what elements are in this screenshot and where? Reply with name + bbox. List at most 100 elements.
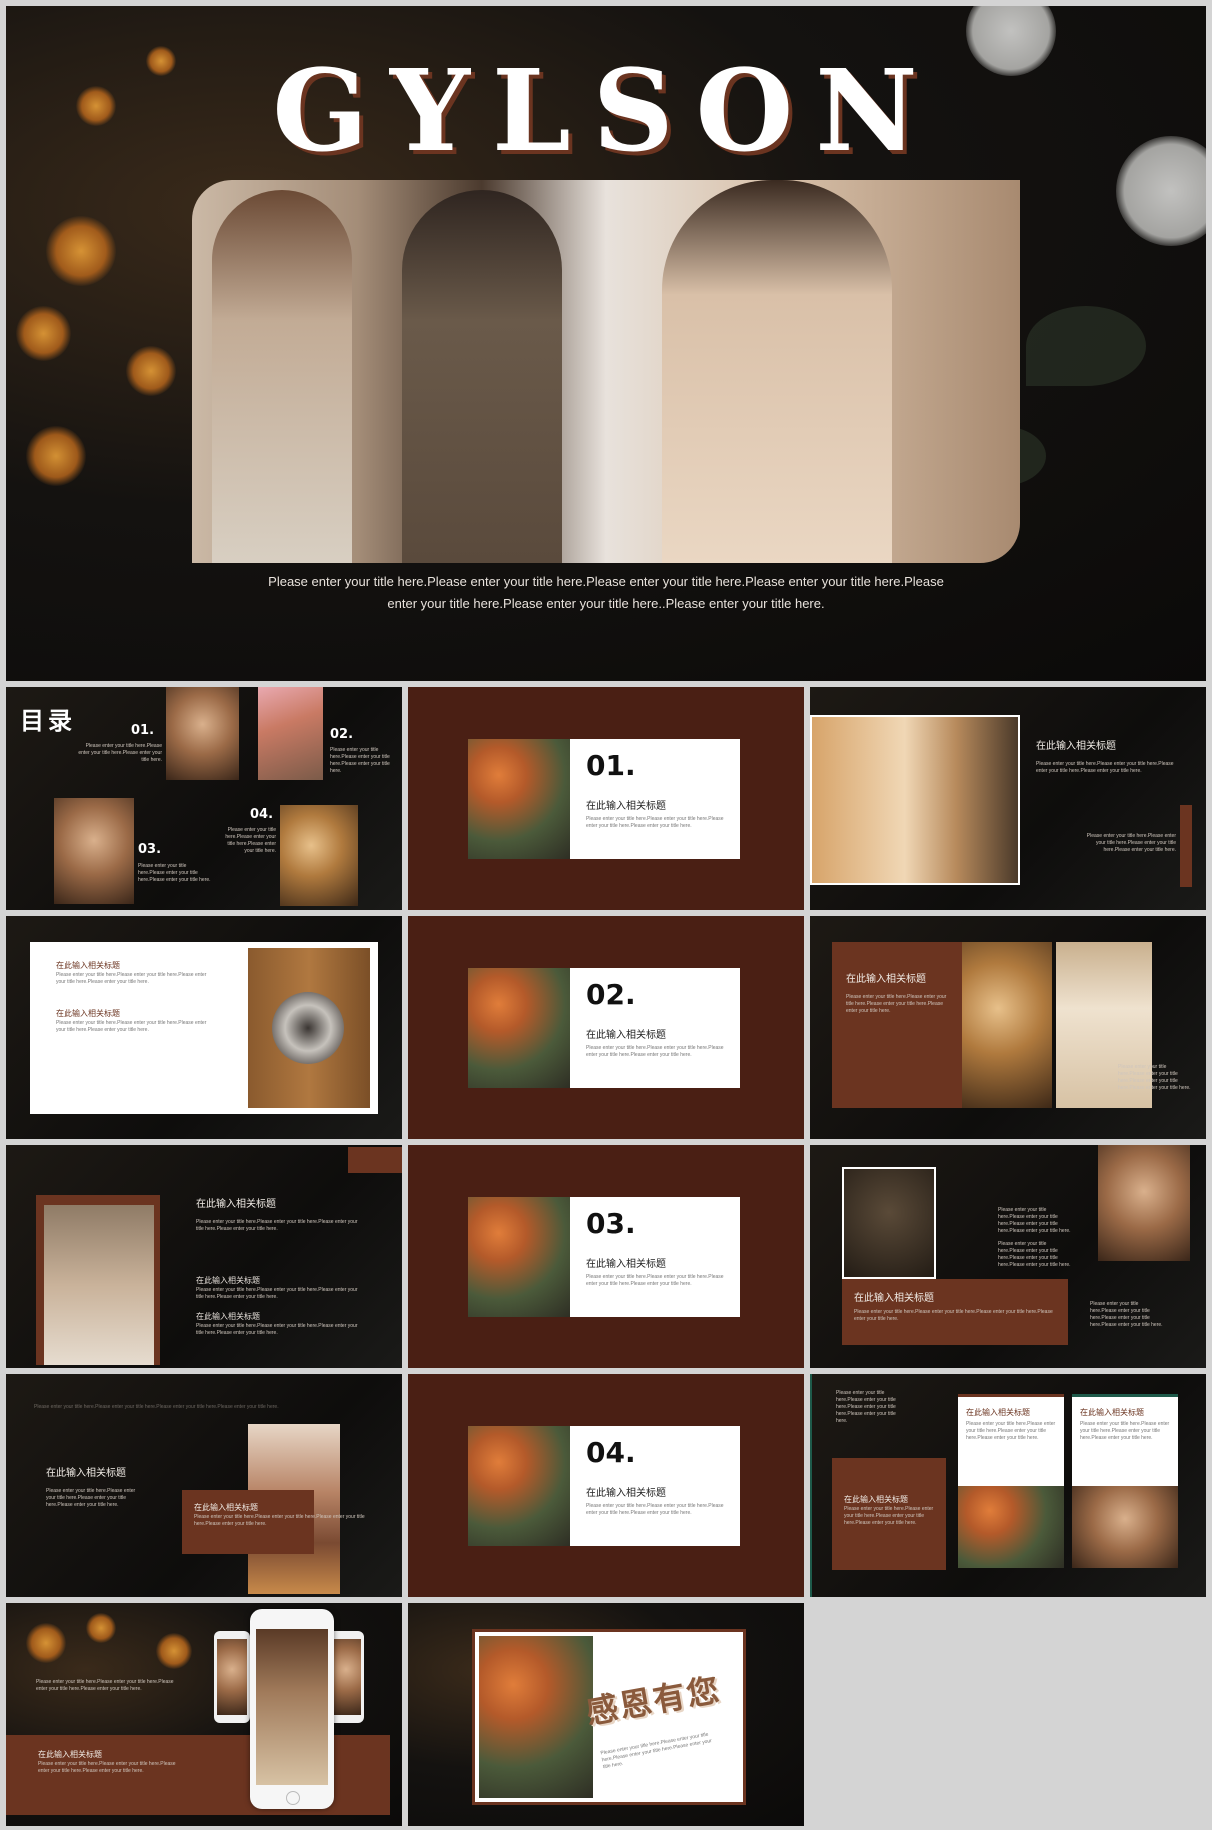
- accent-bar: [1180, 805, 1192, 887]
- section-number: 04.: [586, 1436, 636, 1469]
- section-body: Please enter your title here.Please ente…: [586, 1503, 724, 1516]
- section-heading: 在此输入相关标题: [586, 1488, 666, 1499]
- toc-photo-03: [54, 798, 134, 904]
- box-body: Please enter your title here.Please ente…: [846, 994, 947, 1014]
- content-slide-portrait[interactable]: 在此输入相关标题 Please enter your title here.Pl…: [810, 687, 1206, 910]
- content-slide-tilted[interactable]: 在此输入相关标题 Please enter your title here.Pl…: [6, 1145, 402, 1368]
- brown-caption-box: 在此输入相关标题 Please enter your title here.Pl…: [842, 1279, 1068, 1345]
- toc-photo-01: [166, 687, 239, 780]
- toc-text-02: Please enter your title here.Please ente…: [330, 747, 390, 774]
- toc-text-03: Please enter your title here.Please ente…: [138, 863, 211, 883]
- toc-slide[interactable]: 目录 01. Please enter your title here.Plea…: [6, 687, 402, 910]
- side-text-2: Please enter your title here.Please ente…: [998, 1241, 1071, 1268]
- section-body: Please enter your title here.Please ente…: [586, 1045, 724, 1058]
- content-heading: 在此输入相关标题: [1036, 741, 1116, 752]
- content-note: Please enter your title here.Please ente…: [1086, 833, 1176, 853]
- flower-photo: [844, 1169, 934, 1277]
- hat-portrait-photo: [1098, 1145, 1190, 1261]
- box-heading: 在此输入相关标题: [844, 1495, 908, 1504]
- faded-text: Please enter your title here.Please ente…: [34, 1404, 279, 1410]
- card-body: Please enter your title here.Please ente…: [1080, 1421, 1170, 1441]
- content-slide-two-cards[interactable]: Please enter your title here.Please ente…: [810, 1374, 1206, 1597]
- dried-flowers-photo: [962, 942, 1052, 1108]
- bokeh-light: [26, 426, 86, 486]
- bokeh-light: [26, 1623, 66, 1663]
- wood-photo: [248, 948, 370, 1108]
- overlay-text: Please enter your title here.Please ente…: [1118, 1064, 1191, 1091]
- phone-left: [214, 1631, 250, 1723]
- box-heading: 在此输入相关标题: [846, 974, 926, 985]
- content-body: Please enter your title here.Please ente…: [196, 1219, 358, 1232]
- bokeh-light: [86, 1613, 116, 1643]
- panel-body-2: Please enter your title here.Please ente…: [56, 1020, 207, 1033]
- phone-center: [250, 1609, 334, 1809]
- top-text: Please enter your title here.Please ente…: [36, 1679, 174, 1692]
- accent-line: [810, 1374, 812, 1597]
- content-slide-flower-frame[interactable]: Please enter your title here.Please ente…: [810, 1145, 1206, 1368]
- section-heading: 在此输入相关标题: [586, 1259, 666, 1270]
- toc-heading: 目录: [20, 708, 76, 735]
- section-number: 03.: [586, 1207, 636, 1240]
- toc-num-03: 03.: [138, 842, 162, 857]
- card-1-photo: [958, 1486, 1064, 1568]
- photo-frame: [810, 715, 1020, 885]
- model-figure: [402, 190, 562, 563]
- sub-heading-2: 在此输入相关标题: [196, 1312, 260, 1321]
- cover-title: GYLSON: [272, 46, 940, 177]
- closing-slide[interactable]: 感恩有您 Please enter your title here.Please…: [408, 1603, 804, 1826]
- section-slide-03[interactable]: 03. 在此输入相关标题 Please enter your title her…: [408, 1145, 804, 1368]
- bokeh-light: [16, 306, 71, 361]
- card-heading: 在此输入相关标题: [966, 1408, 1030, 1417]
- sub-body-1: Please enter your title here.Please ente…: [196, 1287, 358, 1300]
- section-card: 02. 在此输入相关标题 Please enter your title her…: [570, 968, 740, 1088]
- content-slide-white-panel[interactable]: 在此输入相关标题 Please enter your title here.Pl…: [6, 916, 402, 1139]
- section-slide-01[interactable]: 01. 在此输入相关标题 Please enter your title her…: [408, 687, 804, 910]
- content-slide-curly[interactable]: Please enter your title here.Please ente…: [6, 1374, 402, 1597]
- section-slide-02[interactable]: 02. 在此输入相关标题 Please enter your title her…: [408, 916, 804, 1139]
- section-number: 02.: [586, 978, 636, 1011]
- toc-num-01: 01.: [131, 723, 155, 738]
- caption-heading: 在此输入相关标题: [194, 1503, 258, 1512]
- band-heading: 在此输入相关标题: [38, 1750, 102, 1759]
- card-1: 在此输入相关标题 Please enter your title here.Pl…: [958, 1394, 1064, 1486]
- caption-body: Please enter your title here.Please ente…: [854, 1309, 1053, 1322]
- content-heading: 在此输入相关标题: [196, 1199, 276, 1210]
- panel-heading-1: 在此输入相关标题: [56, 961, 120, 970]
- slide-preview-canvas: { "cover": { "title": "GYLSON", "subtitl…: [0, 0, 1212, 1830]
- content-slide-brown-box[interactable]: 在此输入相关标题 Please enter your title here.Pl…: [810, 916, 1206, 1139]
- bokeh-light: [156, 1633, 192, 1669]
- section-heading: 在此输入相关标题: [586, 1030, 666, 1041]
- leaf: [1026, 306, 1146, 386]
- caption-body: Please enter your title here.Please ente…: [194, 1514, 365, 1527]
- caption-heading: 在此输入相关标题: [854, 1293, 934, 1304]
- white-panel: 在此输入相关标题 Please enter your title here.Pl…: [30, 942, 378, 1114]
- phone-screen: [217, 1639, 247, 1715]
- brown-text-box: 在此输入相关标题 Please enter your title here.Pl…: [832, 942, 962, 1108]
- panel-body-1: Please enter your title here.Please ente…: [56, 972, 207, 985]
- content-slide-phones[interactable]: Please enter your title here.Please ente…: [6, 1603, 402, 1826]
- toc-text-04: Please enter your title here.Please ente…: [225, 827, 276, 854]
- phone-screen: [256, 1629, 328, 1785]
- section-slide-04[interactable]: 04. 在此输入相关标题 Please enter your title her…: [408, 1374, 804, 1597]
- section-photo: [468, 1426, 570, 1546]
- side-text-3: Please enter your title here.Please ente…: [1090, 1301, 1163, 1328]
- cover-slide[interactable]: GYLSON Please enter your title here.Plea…: [6, 6, 1206, 681]
- corner-text: Please enter your title here.Please ente…: [836, 1390, 896, 1424]
- closing-photo: [479, 1636, 593, 1798]
- side-text-1: Please enter your title here.Please ente…: [998, 1207, 1071, 1234]
- sub-heading-1: 在此输入相关标题: [196, 1276, 260, 1285]
- section-body: Please enter your title here.Please ente…: [586, 816, 724, 829]
- band-body: Please enter your title here.Please ente…: [38, 1761, 176, 1774]
- sub-body-2: Please enter your title here.Please ente…: [196, 1323, 358, 1336]
- section-photo: [468, 739, 570, 859]
- model-figure: [212, 190, 352, 563]
- toc-photo-04: [280, 805, 358, 906]
- cover-group-photo: [192, 180, 1020, 563]
- section-number: 01.: [586, 749, 636, 782]
- home-button: [286, 1791, 300, 1805]
- section-body: Please enter your title here.Please ente…: [586, 1274, 724, 1287]
- closing-title: 感恩有您: [583, 1671, 724, 1731]
- accent-block: [348, 1147, 402, 1173]
- brown-caption-box: 在此输入相关标题 Please enter your title here.Pl…: [182, 1490, 365, 1554]
- brown-text-box: 在此输入相关标题 Please enter your title here.Pl…: [832, 1458, 946, 1570]
